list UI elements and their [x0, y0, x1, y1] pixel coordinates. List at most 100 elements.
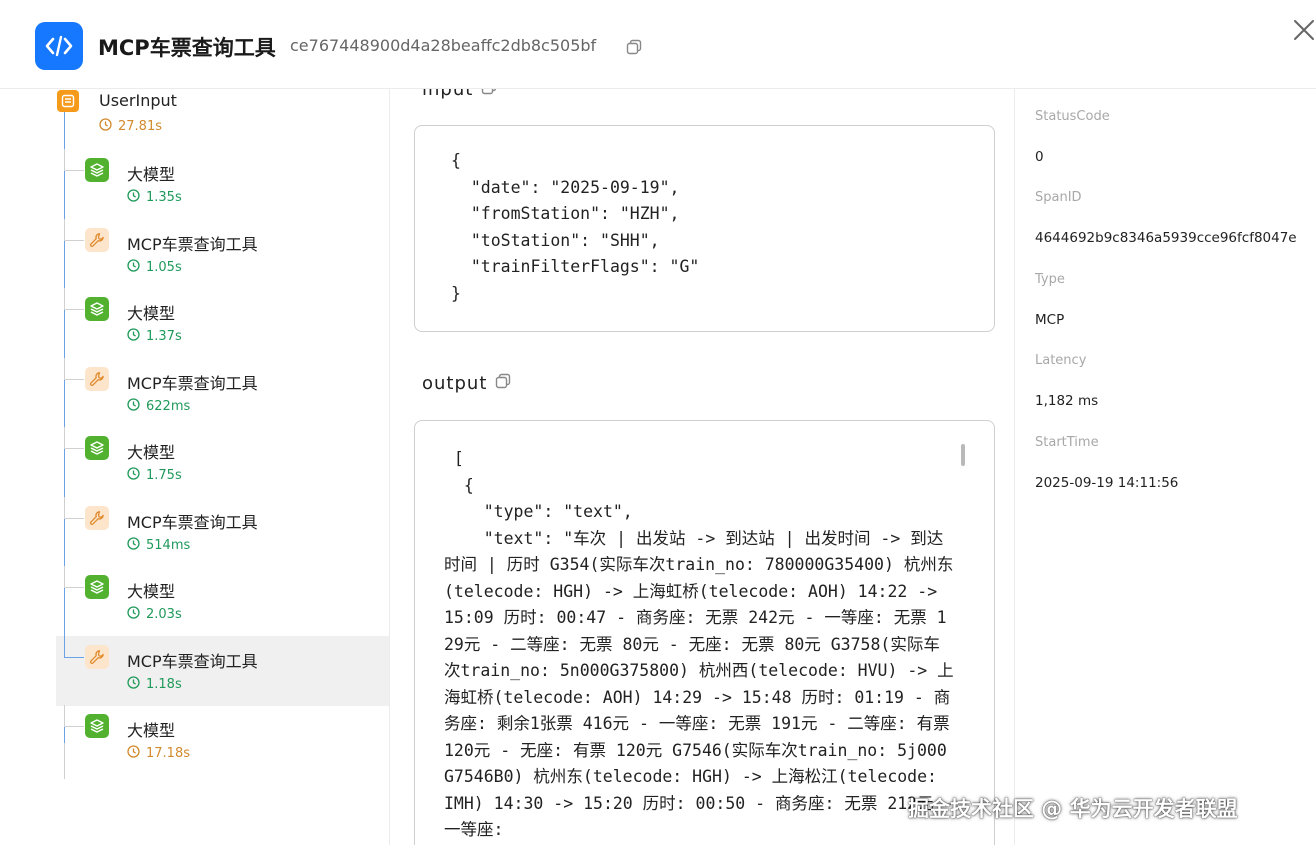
node-duration: 622ms	[127, 397, 191, 415]
clock-icon	[127, 536, 140, 554]
tree-connector	[64, 566, 84, 588]
wrench-icon	[85, 366, 109, 391]
watermark: 掘金技术社区 @ 华为云开发者联盟	[908, 797, 1238, 821]
node-duration: 1.75s	[127, 467, 182, 484]
code-icon	[35, 22, 83, 70]
node-name: MCP车票查询工具	[127, 373, 258, 393]
clock-icon	[127, 258, 140, 276]
attr-value-statuscode: 0	[1035, 149, 1044, 165]
node-duration-value: 17.18s	[146, 746, 190, 761]
page-title: MCP车票查询工具	[98, 36, 276, 60]
node-duration-value: 1.35s	[146, 190, 182, 205]
attr-label-type: Type	[1035, 272, 1065, 287]
node-duration-value: 1.37s	[146, 329, 182, 344]
tree-node-llm[interactable]: 大模型 1.35s	[56, 149, 389, 219]
tree-node-llm[interactable]: 大模型 2.03s	[56, 566, 389, 636]
tree-node-llm[interactable]: 大模型 1.75s	[56, 427, 389, 497]
attr-label-spanid: SpanID	[1035, 190, 1082, 205]
node-duration-value: 1.05s	[146, 259, 182, 275]
clock-icon	[127, 606, 140, 623]
layers-icon	[85, 297, 109, 321]
node-duration: 1.35s	[127, 189, 182, 206]
tree-connector	[64, 288, 84, 310]
node-duration-value: 27.81s	[118, 119, 162, 134]
clock-icon	[127, 189, 140, 206]
tree-node-mcp-tool[interactable]: MCP车票查询工具 514ms	[56, 496, 389, 567]
node-duration: 514ms	[127, 536, 191, 554]
scrollbar-thumb[interactable]	[961, 444, 965, 466]
attr-label-latency: Latency	[1035, 353, 1087, 368]
clock-icon	[127, 328, 140, 345]
layers-icon	[85, 575, 109, 599]
wrench-icon	[85, 644, 109, 669]
copy-icon[interactable]	[626, 39, 642, 55]
attr-value-spanid: 4644692b9c8346a5939cce96fcf8047e	[1035, 230, 1297, 246]
tree-node-mcp-tool[interactable]: MCP车票查询工具 1.18s	[56, 635, 389, 706]
node-name: 大模型	[127, 721, 176, 740]
input-label: input	[422, 89, 474, 100]
node-duration-value: 1.75s	[146, 468, 182, 483]
node-duration: 2.03s	[127, 606, 182, 623]
node-name: 大模型	[127, 304, 176, 323]
clock-icon	[127, 467, 140, 484]
copy-icon[interactable]	[495, 373, 511, 394]
tree-connector	[64, 427, 84, 449]
layers-icon	[85, 436, 109, 460]
attr-value-latency: 1,182 ms	[1035, 393, 1099, 409]
clock-icon	[127, 745, 140, 762]
clock-icon	[127, 675, 140, 693]
tree-node-mcp-tool[interactable]: MCP车票查询工具 1.05s	[56, 218, 389, 289]
span-detail: input { "date": "2025-09-19", "fromStati…	[391, 89, 1014, 845]
tree-connector	[64, 635, 84, 658]
tree-connector	[64, 357, 84, 380]
input-icon	[57, 90, 79, 112]
span-attributes: StatusCode 0 SpanID 4644692b9c8346a5939c…	[1014, 89, 1316, 845]
wrench-icon	[85, 227, 109, 252]
node-name: 大模型	[127, 582, 176, 601]
layers-icon	[85, 714, 109, 738]
output-json-head: [ { "type": "text",	[453, 449, 633, 521]
node-duration: 17.18s	[127, 745, 190, 762]
node-name: 大模型	[127, 165, 176, 184]
copy-icon[interactable]	[481, 89, 497, 100]
output-json[interactable]: [ { "type": "text", "text": "车次 | 出发站 ->…	[414, 420, 995, 845]
node-duration-value: 1.18s	[146, 676, 182, 692]
node-name: UserInput	[99, 91, 177, 110]
trace-tree: UserInput 27.81s 大模型 1.35s MCP车票查询工具 1.05s 大…	[0, 89, 390, 845]
attr-value-starttime: 2025-09-19 14:11:56	[1035, 475, 1179, 491]
attr-label-starttime: StartTime	[1035, 435, 1099, 450]
clock-icon	[127, 397, 140, 415]
node-name: MCP车票查询工具	[127, 512, 258, 532]
header: MCP车票查询工具 ce767448900d4a28beaffc2db8c505…	[0, 0, 1316, 89]
input-section-label: input	[422, 89, 497, 100]
node-duration-value: 2.03s	[146, 607, 182, 622]
attr-value-type: MCP	[1035, 312, 1065, 328]
tree-node-llm[interactable]: 大模型 1.37s	[56, 288, 389, 358]
layers-icon	[85, 158, 109, 182]
attr-label-statuscode: StatusCode	[1035, 109, 1110, 124]
node-duration-value: 514ms	[146, 537, 191, 553]
node-name: MCP车票查询工具	[127, 651, 258, 671]
node-duration: 27.81s	[99, 118, 162, 135]
output-label: output	[422, 373, 488, 394]
node-name: MCP车票查询工具	[127, 234, 258, 254]
tree-connector	[64, 218, 84, 241]
tree-connector	[64, 705, 84, 727]
trace-id: ce767448900d4a28beaffc2db8c505bf	[290, 36, 597, 55]
node-name: 大模型	[127, 443, 176, 462]
tree-connector	[64, 496, 84, 519]
tree-node-mcp-tool[interactable]: MCP车票查询工具 622ms	[56, 357, 389, 428]
wrench-icon	[85, 505, 109, 530]
clock-icon	[99, 118, 112, 135]
output-section-label: output	[422, 373, 511, 394]
node-duration: 1.18s	[127, 675, 182, 693]
output-json-text: "text": "车次 | 出发站 -> 到达站 | 出发时间 -> 到达时间 …	[444, 528, 964, 840]
tree-connector	[64, 149, 84, 171]
node-duration-value: 622ms	[146, 398, 191, 414]
tree-node-llm[interactable]: 大模型 17.18s	[56, 705, 389, 775]
node-duration: 1.37s	[127, 328, 182, 345]
close-icon[interactable]	[1292, 18, 1316, 42]
tree-node-userinput[interactable]: UserInput 27.81s	[56, 89, 389, 149]
node-duration: 1.05s	[127, 258, 182, 276]
input-json[interactable]: { "date": "2025-09-19", "fromStation": "…	[414, 125, 995, 332]
